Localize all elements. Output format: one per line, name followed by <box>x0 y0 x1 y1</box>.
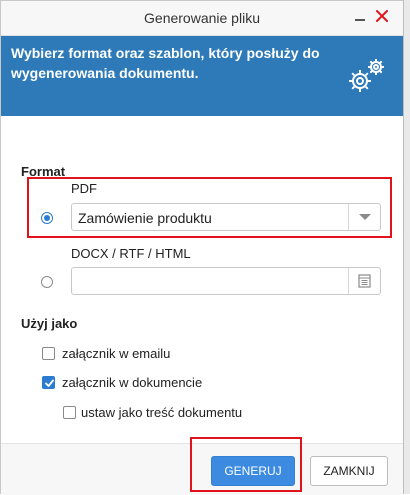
docx-file-field[interactable] <box>71 267 381 295</box>
document-icon <box>358 274 371 288</box>
format-heading: Format <box>21 164 66 179</box>
pdf-option-label: PDF <box>71 181 97 196</box>
checkbox-set-as-content[interactable] <box>63 406 76 419</box>
email-attachment-label: załącznik w emailu <box>62 346 171 361</box>
radio-docx[interactable] <box>41 276 53 288</box>
close-button[interactable]: ZAMKNIJ <box>310 456 388 486</box>
checkmark-icon <box>45 379 54 387</box>
dialog-footer: GENERUJ ZAMKNIJ <box>1 443 403 495</box>
close-icon[interactable] <box>373 7 391 25</box>
template-select-value: Zamówienie produktu <box>78 210 212 226</box>
set-as-content-label: ustaw jako treść dokumentu <box>81 405 243 420</box>
template-dropdown-trigger[interactable] <box>348 204 380 230</box>
minimize-icon[interactable] <box>351 7 369 25</box>
chevron-down-icon <box>359 214 371 220</box>
instruction-text: Wybierz format oraz szablon, który posłu… <box>11 45 320 81</box>
checkbox-email-attachment[interactable] <box>42 347 55 360</box>
radio-pdf[interactable] <box>41 212 53 224</box>
docx-file-picker-button[interactable] <box>348 268 380 294</box>
gears-icon <box>349 59 384 92</box>
dialog-titlebar: Generowanie pliku <box>1 1 403 36</box>
template-select[interactable]: Zamówienie produktu <box>71 203 381 231</box>
use-as-heading: Użyj jako <box>21 316 78 331</box>
docx-option-label: DOCX / RTF / HTML <box>71 246 191 261</box>
document-attachment-label: załącznik w dokumencie <box>62 375 203 390</box>
background-window-strip <box>404 0 410 494</box>
generate-button[interactable]: GENERUJ <box>211 456 295 486</box>
dialog-title: Generowanie pliku <box>144 10 260 26</box>
generate-file-dialog: Generowanie pliku Wybierz format oraz sz… <box>0 0 404 495</box>
checkbox-document-attachment[interactable] <box>42 376 55 389</box>
instruction-banner: Wybierz format oraz szablon, który posłu… <box>1 36 403 116</box>
